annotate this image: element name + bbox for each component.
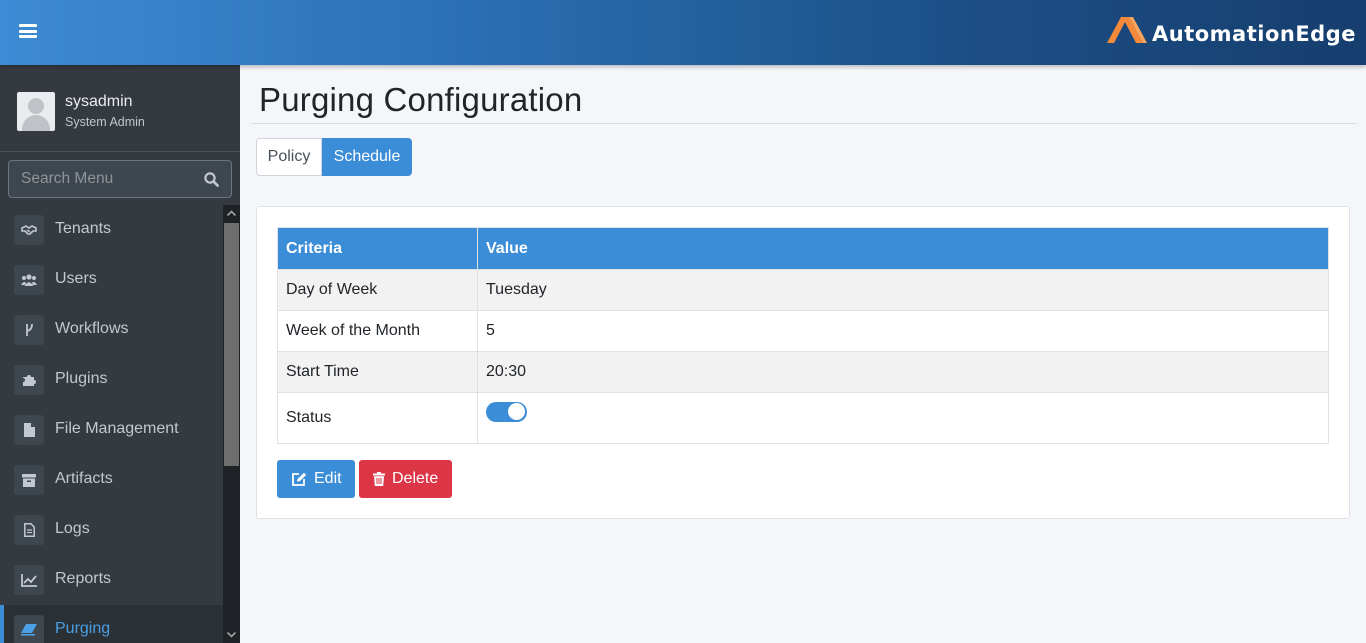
sidebar-item-plugins[interactable]: Plugins	[0, 355, 223, 405]
sidebar-item-file-management[interactable]: File Management	[0, 405, 223, 455]
sidebar-item-logs[interactable]: Logs	[0, 505, 223, 555]
value-cell: 20:30	[477, 351, 1329, 393]
handshake-icon	[14, 215, 44, 245]
table-row: Week of the Month 5	[277, 310, 1329, 352]
status-toggle[interactable]	[486, 401, 527, 422]
menu-list: Tenants Users Workflows Plugins File Man…	[0, 205, 223, 643]
tab-policy[interactable]: Policy	[256, 138, 322, 176]
delete-button-label: Delete	[392, 470, 439, 487]
scrollbar-thumb[interactable]	[224, 223, 239, 466]
users-icon	[14, 265, 44, 295]
sidebar-item-workflows[interactable]: Workflows	[0, 305, 223, 355]
sidebar-item-label: Plugins	[55, 370, 108, 387]
table-row: Start Time 20:30	[277, 351, 1329, 393]
search-menu-box	[8, 160, 232, 198]
value-cell: Tuesday	[477, 269, 1329, 311]
criteria-cell: Start Time	[277, 351, 478, 393]
sidebar-item-label: Purging	[55, 620, 111, 637]
search-button[interactable]	[191, 161, 231, 197]
user-panel: sysadmin System Admin	[0, 65, 240, 152]
criteria-cell: Week of the Month	[277, 310, 478, 352]
sidebar-item-label: Users	[55, 270, 97, 287]
sidebar-item-purging[interactable]: Purging	[0, 605, 223, 643]
automationedge-logo: AutomationEdge	[1105, 12, 1356, 46]
sidebar-item-reports[interactable]: Reports	[0, 555, 223, 605]
delete-button[interactable]: Delete	[359, 460, 452, 498]
archive-icon	[14, 465, 44, 495]
schedule-table: Criteria Value Day of Week Tuesday Week …	[277, 227, 1329, 444]
value-cell: 5	[477, 310, 1329, 352]
sidebar-item-label: Tenants	[55, 220, 112, 237]
sidebar-item-label: Reports	[55, 570, 112, 587]
sidebar-item-users[interactable]: Users	[0, 255, 223, 305]
table-row: Status	[277, 392, 1329, 444]
user-name[interactable]: sysadmin	[65, 93, 133, 111]
tab-schedule[interactable]: Schedule	[322, 138, 412, 176]
toggle-knob	[508, 403, 525, 421]
value-cell	[477, 392, 1329, 444]
column-header-value: Value	[477, 227, 1329, 270]
scroll-down-arrow-icon[interactable]	[223, 626, 240, 643]
sidebar-scrollbar[interactable]	[223, 205, 240, 643]
search-input[interactable]	[9, 161, 194, 197]
avatar[interactable]	[17, 92, 55, 131]
sidebar-item-label: Artifacts	[55, 470, 113, 487]
sidebar-item-artifacts[interactable]: Artifacts	[0, 455, 223, 505]
sidebar-item-label: Workflows	[55, 320, 129, 337]
criteria-cell: Status	[277, 392, 478, 444]
column-header-criteria: Criteria	[277, 227, 478, 270]
config-tabs: Policy Schedule	[256, 138, 412, 176]
user-role: System Admin	[65, 115, 145, 129]
log-icon	[14, 515, 44, 545]
edit-button[interactable]: Edit	[277, 460, 355, 498]
page-title: Purging Configuration	[259, 81, 583, 118]
top-header: AutomationEdge	[0, 0, 1366, 65]
page-header: Purging Configuration	[251, 68, 1357, 124]
sidebar-menu: Tenants Users Workflows Plugins File Man…	[0, 205, 240, 643]
search-icon	[204, 172, 219, 187]
table-header-row: Criteria Value	[277, 227, 1329, 270]
puzzle-icon	[14, 365, 44, 395]
sidebar: sysadmin System Admin Tenants Users	[0, 65, 240, 643]
trash-icon	[373, 472, 385, 486]
table-row: Day of Week Tuesday	[277, 269, 1329, 311]
schedule-card: Criteria Value Day of Week Tuesday Week …	[256, 206, 1350, 519]
scroll-up-arrow-icon[interactable]	[223, 205, 240, 222]
file-icon	[14, 415, 44, 445]
sidebar-item-tenants[interactable]: Tenants	[0, 205, 223, 255]
sidebar-item-label: Logs	[55, 520, 90, 537]
eraser-icon	[14, 615, 44, 643]
sidebar-item-label: File Management	[55, 420, 179, 437]
branch-icon	[14, 315, 44, 345]
logo-mark-icon	[1107, 17, 1147, 43]
main-content: Purging Configuration Policy Schedule Cr…	[240, 65, 1366, 643]
logo-text: AutomationEdge	[1152, 22, 1356, 46]
edit-icon	[292, 472, 307, 486]
criteria-cell: Day of Week	[277, 269, 478, 311]
hamburger-icon[interactable]	[19, 24, 37, 38]
edit-button-label: Edit	[314, 470, 342, 487]
chart-line-icon	[14, 565, 44, 595]
